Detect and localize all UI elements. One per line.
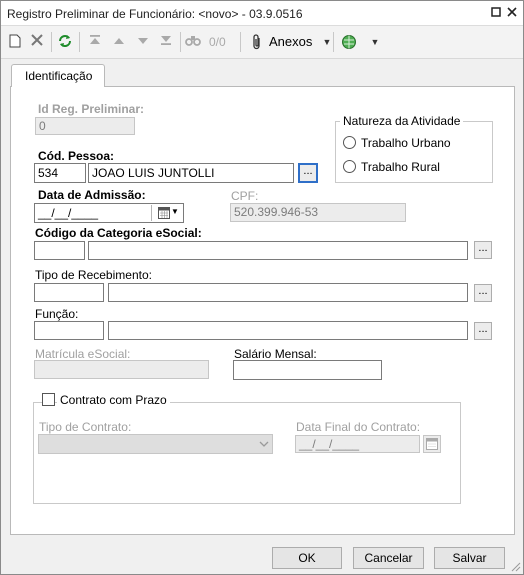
toolbar-separator bbox=[240, 32, 241, 52]
tab-label: Identificação bbox=[25, 69, 93, 83]
tab-identificacao[interactable]: Identificação bbox=[11, 64, 105, 87]
calendar-icon[interactable] bbox=[158, 207, 170, 222]
paperclip-icon[interactable] bbox=[249, 34, 265, 50]
tipo-contrato-select bbox=[38, 434, 273, 454]
first-record-icon[interactable] bbox=[87, 34, 103, 50]
tipo-recebimento-description-field[interactable] bbox=[108, 283, 468, 302]
data-final-input: __/__/____ bbox=[295, 435, 420, 453]
contrato-legend: Contrato com Prazo bbox=[57, 393, 170, 407]
categoria-description-field[interactable] bbox=[88, 241, 468, 260]
globe-icon[interactable] bbox=[341, 34, 357, 50]
chevron-down-icon bbox=[259, 437, 269, 451]
window-title: Registro Preliminar de Funcionário: <nov… bbox=[7, 7, 303, 21]
last-record-icon[interactable] bbox=[158, 34, 174, 50]
salario-label: Salário Mensal: bbox=[234, 347, 317, 361]
matricula-label: Matrícula eSocial: bbox=[35, 347, 131, 361]
dialog-window: Registro Preliminar de Funcionário: <nov… bbox=[0, 0, 524, 575]
salario-input[interactable] bbox=[233, 360, 382, 380]
cpf-field: 520.399.946-53 bbox=[230, 203, 406, 222]
contrato-prazo-checkbox[interactable] bbox=[42, 393, 55, 406]
date-divider bbox=[151, 205, 152, 221]
resize-grip-icon[interactable] bbox=[511, 561, 521, 575]
id-reg-field: 0 bbox=[35, 117, 135, 135]
cod-pessoa-input[interactable]: 534 bbox=[34, 163, 86, 183]
previous-record-icon[interactable] bbox=[111, 34, 127, 50]
title-bar: Registro Preliminar de Funcionário: <nov… bbox=[1, 1, 523, 26]
funcao-label: Função: bbox=[35, 307, 79, 321]
refresh-icon[interactable] bbox=[57, 34, 73, 50]
cod-pessoa-lookup-button[interactable]: ... bbox=[298, 163, 318, 183]
date-dropdown-icon[interactable]: ▼ bbox=[171, 207, 179, 216]
radio-trabalho-rural[interactable] bbox=[343, 160, 356, 173]
save-button[interactable]: Salvar bbox=[434, 547, 505, 569]
toolbar-separator bbox=[180, 32, 181, 52]
delete-icon[interactable] bbox=[29, 34, 45, 50]
cod-pessoa-label: Cód. Pessoa: bbox=[38, 149, 115, 163]
radio-label-rural: Trabalho Rural bbox=[361, 160, 440, 174]
toolbar-separator bbox=[79, 32, 80, 52]
data-final-label: Data Final do Contrato: bbox=[296, 420, 421, 434]
radio-trabalho-urbano[interactable] bbox=[343, 136, 356, 149]
toolbar-separator bbox=[333, 32, 334, 52]
toolbar: 0/0 Anexos ▼ ▼ bbox=[1, 26, 523, 59]
pessoa-name-field[interactable]: JOAO LUIS JUNTOLLI bbox=[88, 163, 294, 183]
tipo-recebimento-label: Tipo de Recebimento: bbox=[35, 268, 152, 282]
globe-dropdown-icon[interactable]: ▼ bbox=[367, 34, 383, 50]
cpf-label: CPF: bbox=[231, 189, 259, 203]
tipo-contrato-label: Tipo de Contrato: bbox=[39, 420, 132, 434]
categoria-code-input[interactable] bbox=[34, 241, 85, 260]
record-counter: 0/0 bbox=[209, 35, 226, 49]
tipo-recebimento-code-input[interactable] bbox=[34, 283, 104, 302]
categoria-lookup-button[interactable]: ... bbox=[474, 241, 492, 259]
funcao-description-field[interactable] bbox=[108, 321, 468, 340]
natureza-legend: Natureza da Atividade bbox=[340, 114, 464, 128]
data-final-calendar-button bbox=[423, 435, 441, 453]
attachments-button[interactable]: Anexos bbox=[269, 34, 312, 49]
binoculars-icon[interactable] bbox=[185, 34, 201, 50]
data-admissao-label: Data de Admissão: bbox=[38, 188, 146, 202]
id-reg-label: Id Reg. Preliminar: bbox=[38, 102, 145, 116]
new-document-icon[interactable] bbox=[7, 34, 23, 50]
close-icon[interactable] bbox=[505, 6, 519, 20]
tipo-recebimento-lookup-button[interactable]: ... bbox=[474, 284, 492, 302]
next-record-icon[interactable] bbox=[135, 34, 151, 50]
restore-icon[interactable] bbox=[489, 6, 503, 20]
cancel-button[interactable]: Cancelar bbox=[353, 547, 424, 569]
matricula-field bbox=[34, 360, 209, 379]
funcao-code-input[interactable] bbox=[34, 321, 104, 340]
funcao-lookup-button[interactable]: ... bbox=[474, 322, 492, 340]
ok-button[interactable]: OK bbox=[272, 547, 342, 569]
toolbar-separator bbox=[51, 32, 52, 52]
categoria-label: Código da Categoria eSocial: bbox=[35, 226, 202, 240]
radio-label-urbano: Trabalho Urbano bbox=[361, 136, 451, 150]
